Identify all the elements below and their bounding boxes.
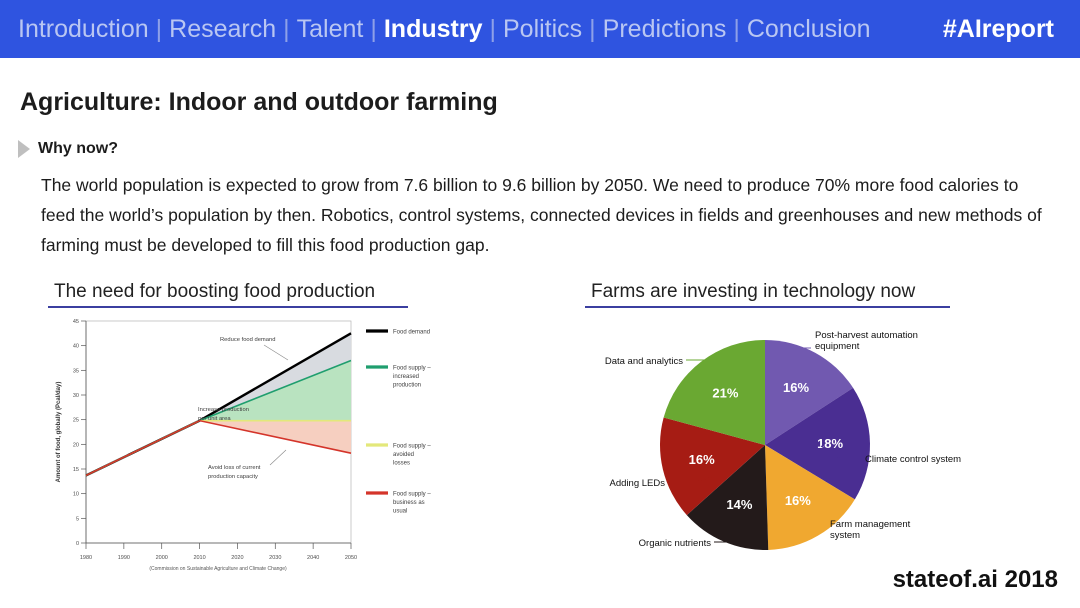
pie-chart-svg: 16% 18% 16% 14% 16% 21% Post-harvest automati… (605, 330, 961, 550)
pie-category-label: Adding LEDs (610, 478, 666, 489)
legend-label: Food demand (393, 330, 430, 336)
legend-label: production (393, 383, 421, 389)
y-tick-label: 5 (76, 516, 79, 522)
nav-item-talent[interactable]: Talent (297, 15, 364, 44)
nav-separator: | (370, 14, 377, 43)
y-axis-ticks: 0 5 10 15 20 25 30 35 40 45 (73, 319, 86, 547)
y-tick-label: 0 (76, 541, 79, 547)
x-tick-label: 2020 (231, 555, 243, 561)
nav-items-container: Introduction | Research | Talent | Indus… (18, 15, 871, 44)
legend-label: Food supply – (393, 444, 431, 450)
nav-item-introduction[interactable]: Introduction (18, 15, 149, 44)
x-tick-label: 2000 (156, 555, 168, 561)
report-hashtag: #AIreport (942, 15, 1054, 43)
y-tick-label: 25 (73, 418, 79, 424)
x-tick-label: 2030 (269, 555, 281, 561)
y-tick-label: 20 (73, 442, 79, 448)
line-chart-legend: Food demand Food supply – increased product… (366, 329, 431, 515)
legend-label: avoided (393, 452, 414, 458)
x-tick-label: 1990 (118, 555, 130, 561)
annotation-avoid-loss-1: Avoid loss of current (208, 465, 261, 471)
chart-source-note: (Commission on Sustainable Agriculture a… (149, 566, 287, 572)
left-panel-header-rule (48, 306, 408, 308)
x-tick-label: 2040 (307, 555, 319, 561)
annotation-avoid-loss-2: production capacity (208, 474, 258, 480)
y-tick-label: 35 (73, 368, 79, 374)
y-tick-label: 40 (73, 344, 79, 350)
x-axis-ticks: 1980 1990 2000 2010 2020 2030 2040 2050 (80, 543, 357, 561)
nav-separator: | (733, 14, 740, 43)
annotation-reduce-food-demand: Reduce food demand (220, 337, 275, 343)
page-title: Agriculture: Indoor and outdoor farming (20, 88, 498, 116)
nav-item-politics[interactable]: Politics (503, 15, 582, 44)
triangle-bullet-icon (18, 140, 30, 158)
top-navigation-bar: Introduction | Research | Talent | Indus… (0, 0, 1080, 58)
farm-technology-pie-chart: 16% 18% 16% 14% 16% 21% Post-harvest automati… (575, 320, 1055, 585)
pie-category-label: Post-harvest automation (815, 330, 918, 341)
annotation-increase-production-2: per unit area (198, 416, 231, 422)
nav-separator: | (489, 14, 496, 43)
pie-slice-percentage: 18% (817, 436, 843, 451)
pie-slice-percentage: 16% (689, 452, 715, 467)
pie-category-label: Climate control system (865, 454, 961, 465)
pie-category-label: system (830, 530, 860, 541)
body-paragraph: The world population is expected to grow… (41, 175, 1042, 255)
nav-separator: | (155, 14, 163, 43)
x-tick-label: 2010 (193, 555, 205, 561)
legend-label: losses (393, 461, 410, 467)
pie-slice-percentage: 14% (726, 497, 752, 512)
right-panel-header-text: Farms are investing in technology now (591, 281, 916, 302)
nav-separator: | (589, 14, 596, 43)
legend-label: Food supply – (393, 366, 431, 372)
food-production-line-chart: 0 5 10 15 20 25 30 35 40 45 1980 1990 2000 2010 2020 2… (48, 315, 458, 590)
line-chart-svg: 0 5 10 15 20 25 30 35 40 45 1980 1990 2000 2010 2020 2… (56, 319, 431, 572)
nav-item-conclusion[interactable]: Conclusion (747, 15, 871, 44)
brand-footer: stateof.ai 2018 (892, 566, 1058, 593)
left-panel-header: The need for boosting food production (48, 281, 408, 308)
nav-item-predictions[interactable]: Predictions (603, 15, 727, 44)
nav-item-industry[interactable]: Industry (384, 15, 483, 44)
right-panel-header-rule (585, 306, 950, 308)
y-axis-label: Amount of food, globally (Pcal/day) (56, 382, 62, 483)
legend-label: usual (393, 509, 407, 515)
nav-item-research[interactable]: Research (169, 15, 276, 44)
legend-label: business as (393, 500, 425, 506)
pie-category-label: Farm management (830, 519, 911, 530)
why-now-label: Why now? (38, 140, 118, 157)
y-tick-label: 10 (73, 492, 79, 498)
pie-category-label: Data and analytics (605, 356, 683, 367)
right-panel-header: Farms are investing in technology now (585, 281, 950, 308)
y-tick-label: 30 (73, 393, 79, 399)
pie-slice-percentage: 16% (783, 380, 809, 395)
pie-category-label: equipment (815, 341, 860, 352)
legend-label: Food supply – (393, 492, 431, 498)
legend-label: increased (393, 374, 419, 380)
annotation-increase-production-1: Increase production (198, 407, 249, 413)
pie-category-label: Organic nutrients (639, 538, 712, 549)
x-tick-label: 2050 (345, 555, 357, 561)
pie-slice-percentage: 16% (785, 493, 811, 508)
pie-slice-percentage: 21% (712, 385, 738, 400)
x-tick-label: 1980 (80, 555, 92, 561)
nav-separator: | (283, 14, 290, 43)
why-now-heading: Why now? (18, 140, 118, 158)
y-tick-label: 45 (73, 319, 79, 325)
y-tick-label: 15 (73, 467, 79, 473)
left-panel-header-text: The need for boosting food production (54, 281, 376, 302)
